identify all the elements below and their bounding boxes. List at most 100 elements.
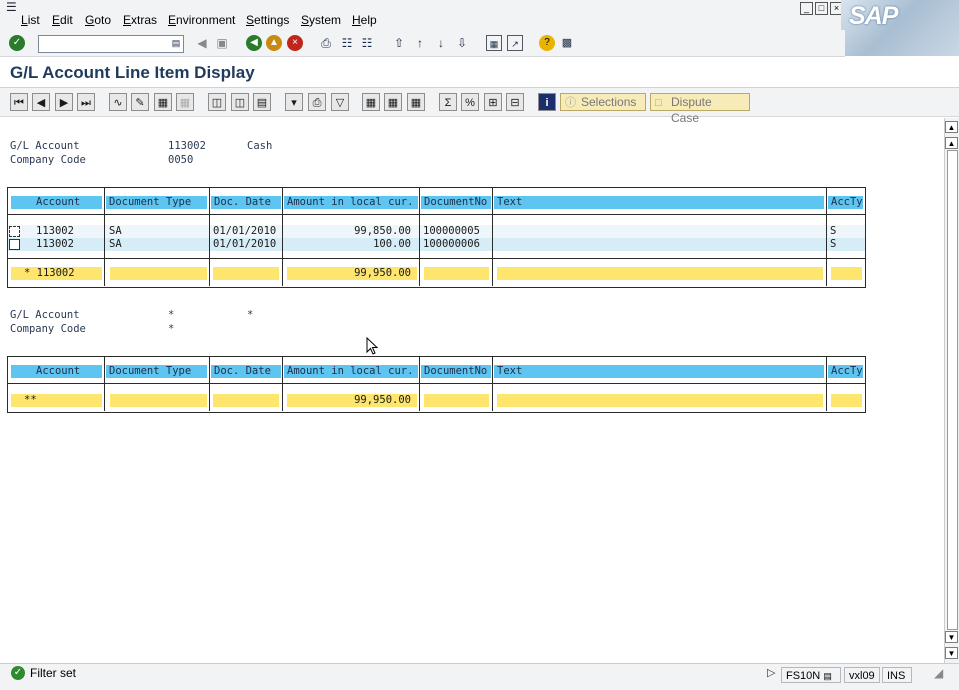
column-header-acct-type[interactable]: AccTy	[828, 365, 863, 378]
gl-account-name: Cash	[247, 140, 273, 152]
document-icon: □	[655, 97, 662, 109]
scroll-bottom-icon[interactable]: ▼	[945, 647, 958, 659]
expand-icon[interactable]: ⊞	[484, 93, 502, 111]
cancel-icon[interactable]: ×	[287, 35, 303, 51]
server-name: vxl09	[844, 667, 880, 683]
back-icon[interactable]: ◀	[246, 35, 262, 51]
resize-grip-icon[interactable]: ◢	[934, 666, 943, 680]
display-document-icon[interactable]: ∿	[109, 93, 127, 111]
menu-list[interactable]: List	[21, 13, 40, 27]
customize-layout-icon[interactable]: ▩	[559, 35, 575, 51]
column-header-text[interactable]: Text	[494, 365, 824, 378]
last-page-icon[interactable]: ⇩	[454, 35, 470, 51]
cell-acct-type: S	[830, 238, 837, 250]
command-field[interactable]	[38, 35, 184, 53]
row-select-checkbox[interactable]	[9, 226, 20, 237]
cell-account: 113002	[36, 238, 74, 250]
sort-descending-icon[interactable]: ▤	[253, 93, 271, 111]
find-icon[interactable]: ☷	[339, 35, 355, 51]
column-header-document-type[interactable]: Document Type	[106, 196, 207, 209]
menu-goto[interactable]: Goto	[85, 13, 111, 27]
selections-label: Selections	[581, 95, 637, 109]
exit-icon[interactable]: ▲	[266, 35, 282, 51]
dispute-case-button[interactable]: □ Dispute Case	[650, 93, 750, 125]
gl-account-label: G/L Account	[10, 309, 80, 321]
system-info-icon[interactable]: ▤	[823, 671, 832, 681]
column-header-amount[interactable]: Amount in local cur.	[284, 196, 418, 209]
set-filter-icon[interactable]: ▾	[285, 93, 303, 111]
column-header-acct-type[interactable]: AccTy	[828, 196, 863, 209]
cell-amount: 100.00	[373, 238, 411, 250]
total-icon[interactable]: Σ	[439, 93, 457, 111]
sort-ascending-icon[interactable]: ◫	[231, 93, 249, 111]
command-history-icon[interactable]: ▤	[168, 35, 184, 51]
first-page-icon[interactable]: ⇧	[391, 35, 407, 51]
minimize-button[interactable]: _	[800, 2, 813, 15]
subtotal-icon[interactable]: %	[461, 93, 479, 111]
collapse-icon[interactable]: ⊟	[506, 93, 524, 111]
menu-extras[interactable]: Extras	[123, 13, 157, 27]
change-layout-icon[interactable]: ▦	[384, 93, 402, 111]
next-item-icon[interactable]: ▶	[55, 93, 73, 111]
dispute-case-label: Dispute Case	[671, 95, 712, 125]
row-select-checkbox[interactable]	[9, 239, 20, 250]
help-icon[interactable]: ?	[539, 35, 555, 51]
grid-layout-icon[interactable]: ▦	[362, 93, 380, 111]
cell-amount: 99,850.00	[354, 225, 411, 237]
scroll-up-icon[interactable]: ▲	[945, 137, 958, 149]
maximize-button[interactable]: □	[815, 2, 828, 15]
cell-doc-date: 01/01/2010	[213, 225, 277, 237]
previous-item-icon[interactable]: ◀	[32, 93, 50, 111]
column-header-document-no[interactable]: DocumentNo	[421, 365, 491, 378]
select-layout-icon[interactable]: ▦	[407, 93, 425, 111]
information-icon[interactable]: i	[538, 93, 556, 111]
scroll-down-icon[interactable]: ▼	[945, 631, 958, 643]
scrollbar-track[interactable]	[947, 150, 958, 630]
menu-settings[interactable]: Settings	[246, 13, 289, 27]
column-header-document-type[interactable]: Document Type	[106, 365, 207, 378]
menu-help[interactable]: Help	[352, 13, 377, 27]
column-header-account[interactable]: Account	[11, 196, 102, 209]
create-session-icon[interactable]: ▦	[486, 35, 502, 51]
menu-environment[interactable]: Environment	[168, 13, 235, 27]
column-header-document-no[interactable]: DocumentNo	[421, 196, 491, 209]
mass-change-icon[interactable]: ▦	[154, 93, 172, 111]
cell-document-no[interactable]: 100000006	[423, 238, 480, 251]
cell-document-no[interactable]: 100000005	[423, 225, 480, 238]
column-header-amount[interactable]: Amount in local cur.	[284, 365, 418, 378]
insert-mode: INS	[882, 667, 912, 683]
save-icon[interactable]: ▣	[214, 35, 230, 51]
success-icon: ✓	[11, 666, 25, 680]
command-input[interactable]	[39, 39, 169, 53]
scroll-top-icon[interactable]: ▲	[945, 121, 958, 133]
selections-button[interactable]: ⓘ Selections	[560, 93, 646, 111]
print-icon[interactable]: ⎙	[318, 35, 334, 51]
subtotal-amount: 99,950.00	[354, 267, 411, 279]
enter-icon[interactable]: ✓	[9, 35, 25, 51]
column-header-doc-date[interactable]: Doc. Date	[211, 196, 281, 209]
gl-account-value: 113002	[168, 140, 206, 152]
column-header-text[interactable]: Text	[494, 196, 824, 209]
filter-icon[interactable]: ▽	[331, 93, 349, 111]
change-document-icon[interactable]: ✎	[131, 93, 149, 111]
shortcut-icon[interactable]: ↗	[507, 35, 523, 51]
previous-page-icon[interactable]: ↑	[412, 35, 428, 51]
find-next-icon[interactable]: ☷	[359, 35, 375, 51]
page-title: G/L Account Line Item Display	[10, 63, 255, 82]
last-item-icon[interactable]: ⏭	[77, 93, 95, 111]
previous-entry-icon[interactable]: ◀	[194, 35, 210, 51]
next-page-icon[interactable]: ↓	[433, 35, 449, 51]
subtotal-account: * 113002	[24, 267, 75, 279]
first-item-icon[interactable]: ⏮	[10, 93, 28, 111]
column-header-doc-date[interactable]: Doc. Date	[211, 365, 281, 378]
total-account: **	[24, 394, 37, 406]
system-menu-icon[interactable]: ☰	[6, 0, 17, 14]
menu-system[interactable]: System	[301, 13, 341, 27]
print-list-icon[interactable]: ⎙	[308, 93, 326, 111]
column-header-account[interactable]: Account	[11, 365, 102, 378]
choose-detail-icon[interactable]: ◫	[208, 93, 226, 111]
cell-document-type: SA	[109, 238, 122, 250]
transaction-code-text: FS10N	[786, 670, 821, 682]
menu-edit[interactable]: Edit	[52, 13, 73, 27]
status-expand-icon[interactable]: ▷	[767, 666, 775, 679]
